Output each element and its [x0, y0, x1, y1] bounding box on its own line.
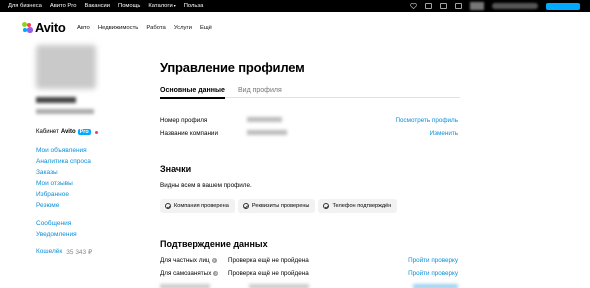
verification-status: Проверка ещё не пройдена [228, 270, 309, 277]
top-link-business[interactable]: Для бизнеса [8, 3, 42, 9]
company-logo-blurred[interactable] [36, 45, 96, 89]
nav-auto[interactable]: Авто [77, 25, 90, 31]
heart-icon[interactable] [410, 3, 417, 10]
sidebar-item-favorites[interactable]: Избранное [36, 189, 131, 200]
user-avatar-blurred[interactable] [470, 2, 484, 10]
wallet-link[interactable]: Кошелёк 35 343 ₽ [36, 248, 131, 256]
pro-badge: Pro [77, 129, 91, 135]
tab-main-data[interactable]: Основные данные [160, 87, 225, 99]
bell-icon[interactable] [455, 3, 462, 9]
badge-phone-confirmed: Телефон подтверждён [318, 199, 398, 213]
top-link-benefit[interactable]: Польза [184, 3, 204, 9]
sidebar-item-orders[interactable]: Заказы [36, 167, 131, 178]
profile-number-value-blurred [247, 117, 282, 122]
logo-text: Avito [35, 20, 66, 35]
top-link-help[interactable]: Помощь [118, 3, 140, 9]
sidebar-item-notifications[interactable]: Уведомления [36, 229, 131, 240]
check-circle-icon [242, 203, 249, 209]
nav-jobs[interactable]: Работа [146, 25, 165, 31]
chevron-down-icon: ▾ [173, 3, 176, 8]
badges-title: Значки [160, 164, 192, 174]
info-icon[interactable]: ? [211, 258, 217, 263]
top-link-catalogs[interactable]: Каталоги▾ [148, 3, 175, 9]
sidebar-item-messages[interactable]: Сообщения [36, 218, 131, 229]
start-verification-link[interactable]: Пройти проверку [408, 270, 458, 277]
info-icon[interactable]: ? [213, 271, 219, 276]
verification-title: Подтверждение данных [160, 239, 268, 249]
wallet-label: Кошелёк [36, 248, 63, 255]
badge-label: Реквизиты проверены [251, 203, 310, 209]
messages-icon[interactable] [440, 3, 447, 9]
edit-company-name-link[interactable]: Изменить [430, 130, 458, 137]
badges-subtitle: Видны всем в вашем профиле. [160, 182, 252, 189]
rating-blurred [36, 109, 94, 114]
top-right-area [410, 2, 580, 10]
main-content: Управление профилем Основные данные Вид … [160, 60, 460, 288]
cabinet-label: Кабинет [36, 129, 59, 135]
badge-requisites-verified: Реквизиты проверены [237, 199, 316, 213]
tab-profile-view[interactable]: Вид профиля [238, 87, 282, 94]
verification-label: Для самозанятых ? [160, 270, 219, 277]
notification-dot [94, 130, 98, 134]
sidebar-menu: Мои объявления Аналитика спроса Заказы М… [36, 145, 131, 211]
sidebar: Кабинет Avito Pro Мои объявления Аналити… [36, 45, 131, 256]
sidebar-item-my-reviews[interactable]: Мои отзывы [36, 178, 131, 189]
avito-logo[interactable]: Avito [22, 20, 66, 35]
profile-number-label: Номер профиля [160, 117, 208, 124]
post-ad-button[interactable] [546, 2, 580, 10]
page-title: Управление профилем [160, 60, 305, 75]
top-link-vacancies[interactable]: Вакансии [84, 3, 110, 9]
wallet-amount: 35 343 ₽ [66, 249, 93, 256]
top-bar: Для бизнеса Авито Pro Вакансии Помощь Ка… [0, 0, 590, 12]
main-nav: Авто Недвижимость Работа Услуги Ещё [77, 25, 212, 31]
sidebar-item-resume[interactable]: Резюме [36, 200, 131, 211]
badge-label: Компания проверена [174, 203, 229, 209]
company-name-blurred [36, 97, 76, 103]
check-circle-icon [165, 203, 171, 209]
cabinet-pro-link[interactable]: Кабинет Avito Pro [36, 129, 131, 135]
verification-label: Для частных лиц ? [160, 257, 217, 264]
user-name-blurred[interactable] [492, 3, 538, 9]
check-circle-icon [323, 203, 330, 209]
logo-dots-icon [22, 22, 33, 33]
cabinet-brand: Avito [60, 129, 76, 135]
company-name-value-blurred [247, 130, 287, 135]
sidebar-menu-secondary: Сообщения Уведомления [36, 218, 131, 240]
sidebar-item-demand-analytics[interactable]: Аналитика спроса [36, 156, 131, 167]
top-link-avito-pro[interactable]: Авито Pro [50, 3, 77, 9]
badge-company-verified: Компания проверена [160, 199, 235, 213]
start-verification-link[interactable]: Пройти проверку [408, 257, 458, 264]
sidebar-item-my-ads[interactable]: Мои объявления [36, 145, 131, 156]
nav-more[interactable]: Ещё [200, 25, 212, 31]
nav-services[interactable]: Услуги [174, 25, 192, 31]
view-profile-link[interactable]: Посмотреть профиль [395, 117, 458, 124]
top-links: Для бизнеса Авито Pro Вакансии Помощь Ка… [8, 3, 203, 9]
badge-label: Телефон подтверждён [332, 203, 392, 209]
badges-list: Компания проверена Реквизиты проверены Т… [160, 199, 398, 213]
company-name-label: Название компании [160, 130, 218, 137]
verification-status: Проверка ещё не пройдена [228, 257, 309, 264]
cart-icon[interactable] [425, 3, 432, 9]
nav-realty[interactable]: Недвижимость [98, 25, 139, 31]
profile-tabs: Основные данные Вид профиля [160, 86, 460, 99]
